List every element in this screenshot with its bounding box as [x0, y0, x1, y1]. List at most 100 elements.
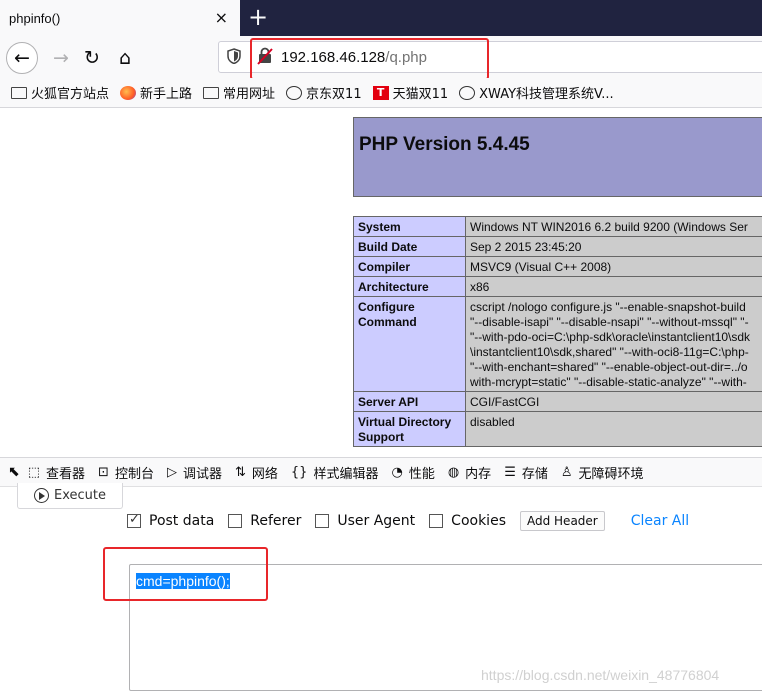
php-version-header: PHP Version 5.4.45: [353, 117, 762, 197]
bookmark-getting-started[interactable]: 新手上路: [120, 83, 192, 102]
bookmark-jd[interactable]: 京东双11: [286, 83, 362, 102]
table-row: Virtual Directory Support disabled: [353, 411, 762, 447]
bookmark-xway[interactable]: XWAY科技管理系统V...: [459, 83, 614, 102]
new-tab-button[interactable]: +: [248, 3, 268, 31]
post-data-checkbox[interactable]: [127, 512, 141, 528]
table-value: MSVC9 (Visual C++ 2008): [465, 256, 762, 277]
firefox-icon: [120, 85, 137, 100]
user-agent-option[interactable]: User Agent: [315, 513, 415, 529]
cookies-checkbox[interactable]: [429, 514, 444, 528]
tab-label: 样式编辑器: [313, 466, 379, 482]
gauge-icon: ◔: [391, 464, 403, 480]
option-label: Post data: [149, 513, 215, 529]
devtools-tab-memory[interactable]: ◍ 内存: [448, 463, 491, 482]
devtools-tab-inspector[interactable]: ⬚ 查看器: [28, 463, 85, 482]
option-label: Referer: [250, 513, 302, 529]
execute-label: Execute: [54, 488, 106, 503]
braces-icon: {}: [290, 464, 308, 480]
play-icon: [34, 488, 49, 503]
table-key: System: [353, 216, 466, 237]
option-label: Cookies: [451, 513, 506, 529]
page-content: PHP Version 5.4.45 System Windows NT WIN2…: [0, 109, 762, 456]
tab-phpinfo[interactable]: phpinfo() ×: [0, 0, 240, 36]
devtools-tab-performance[interactable]: ◔ 性能: [391, 463, 434, 482]
table-value: Sep 2 2015 23:45:20: [465, 236, 762, 257]
table-key: Architecture: [353, 276, 466, 297]
table-value: cscript /nologo configure.js "--enable-s…: [465, 296, 762, 392]
cookies-option[interactable]: Cookies: [429, 513, 506, 529]
devtools-tab-console[interactable]: ⊡ 控制台: [98, 463, 154, 482]
reload-button[interactable]: ↻: [77, 43, 107, 73]
table-value: x86: [465, 276, 762, 297]
option-label: User Agent: [337, 513, 416, 529]
devtools-tab-accessibility[interactable]: ♙ 无障碍环境: [561, 463, 644, 482]
referer-checkbox[interactable]: [228, 514, 243, 528]
bookmark-label: 常用网址: [223, 87, 276, 102]
shield-icon[interactable]: [227, 48, 241, 68]
watermark: https://blog.csdn.net/weixin_48776804: [481, 667, 720, 683]
globe-icon: [459, 85, 476, 100]
tab-label: 存储: [521, 466, 548, 482]
table-row: Server API CGI/FastCGI: [353, 391, 762, 412]
folder-icon: [11, 86, 27, 99]
bookmark-label: 天猫双11: [392, 87, 449, 102]
add-header-button[interactable]: Add Header: [519, 511, 605, 531]
console-icon: ⊡: [98, 464, 109, 480]
folder-icon: [203, 86, 220, 99]
referer-option[interactable]: Referer: [228, 513, 301, 529]
annotation-box-post: [103, 547, 268, 601]
bookmark-common-sites[interactable]: 常用网址: [203, 83, 275, 102]
tab-strip: phpinfo() × +: [0, 0, 762, 36]
post-data-option[interactable]: Post data: [127, 512, 215, 529]
bookmark-label: 新手上路: [140, 87, 193, 102]
globe-icon: [286, 85, 303, 100]
tab-label: 网络: [251, 466, 278, 482]
table-value: Windows NT WIN2016 6.2 build 9200 (Windo…: [465, 216, 762, 237]
table-value: CGI/FastCGI: [465, 391, 762, 412]
bookmark-label: XWAY科技管理系统V...: [479, 87, 614, 102]
tab-label: 调试器: [182, 466, 222, 482]
bookmark-tmall[interactable]: T 天猫双11: [372, 83, 449, 102]
network-icon: ⇅: [234, 464, 246, 480]
tmall-icon: T: [372, 85, 389, 100]
element-picker-icon[interactable]: ⬉: [8, 464, 20, 480]
tab-label: 查看器: [46, 466, 86, 482]
table-key: Virtual Directory Support: [353, 411, 466, 447]
bookmark-firefox-official[interactable]: 火狐官方站点: [11, 83, 109, 102]
bookmarks-bar: 火狐官方站点 新手上路 常用网址 京东双11 T 天猫双11 XWAY科技管理系统…: [0, 78, 762, 108]
tab-label: 内存: [465, 466, 492, 482]
table-key: Configure Command: [353, 296, 466, 392]
execute-button[interactable]: Execute: [17, 483, 123, 509]
table-key: Server API: [353, 391, 466, 412]
devtools-tab-storage[interactable]: ☰ 存储: [504, 463, 548, 482]
table-row: Configure Command cscript /nologo configu…: [353, 296, 762, 392]
phpinfo-table: System Windows NT WIN2016 6.2 build 9200 …: [353, 216, 762, 447]
devtools-tab-style-editor[interactable]: {} 样式编辑器: [291, 463, 379, 482]
user-agent-checkbox[interactable]: [315, 514, 330, 528]
memory-icon: ◍: [447, 464, 460, 480]
tab-label: 无障碍环境: [578, 466, 644, 482]
storage-icon: ☰: [504, 464, 516, 480]
back-button[interactable]: ←: [6, 42, 38, 74]
home-button[interactable]: ⌂: [110, 43, 140, 73]
bookmark-label: 火狐官方站点: [31, 87, 110, 102]
accessibility-icon: ♙: [560, 464, 573, 480]
clear-all-link[interactable]: Clear All: [631, 513, 689, 529]
annotation-box-url: [250, 38, 489, 80]
hackbar-options: Post data Referer User Agent Cookies Add…: [127, 511, 689, 531]
close-icon[interactable]: ×: [215, 8, 228, 27]
forward-button[interactable]: →: [46, 43, 76, 73]
bookmark-label: 京东双11: [306, 87, 362, 102]
page-title: PHP Version 5.4.45: [359, 134, 530, 155]
table-key: Build Date: [353, 236, 466, 257]
table-row: Compiler MSVC9 (Visual C++ 2008): [353, 256, 762, 277]
table-row: Build Date Sep 2 2015 23:45:20: [353, 236, 762, 257]
tab-label: 性能: [408, 466, 435, 482]
table-value: disabled: [465, 411, 762, 447]
devtools-tab-debugger[interactable]: ▷ 调试器: [167, 463, 222, 482]
browser-window: phpinfo() × + ← → ↻ ⌂ 192.168.46.128/q.p…: [0, 0, 762, 695]
devtools-tab-network[interactable]: ⇅ 网络: [235, 463, 278, 482]
table-key: Compiler: [353, 256, 466, 277]
debugger-icon: ▷: [166, 464, 177, 480]
tab-title: phpinfo(): [9, 10, 61, 26]
